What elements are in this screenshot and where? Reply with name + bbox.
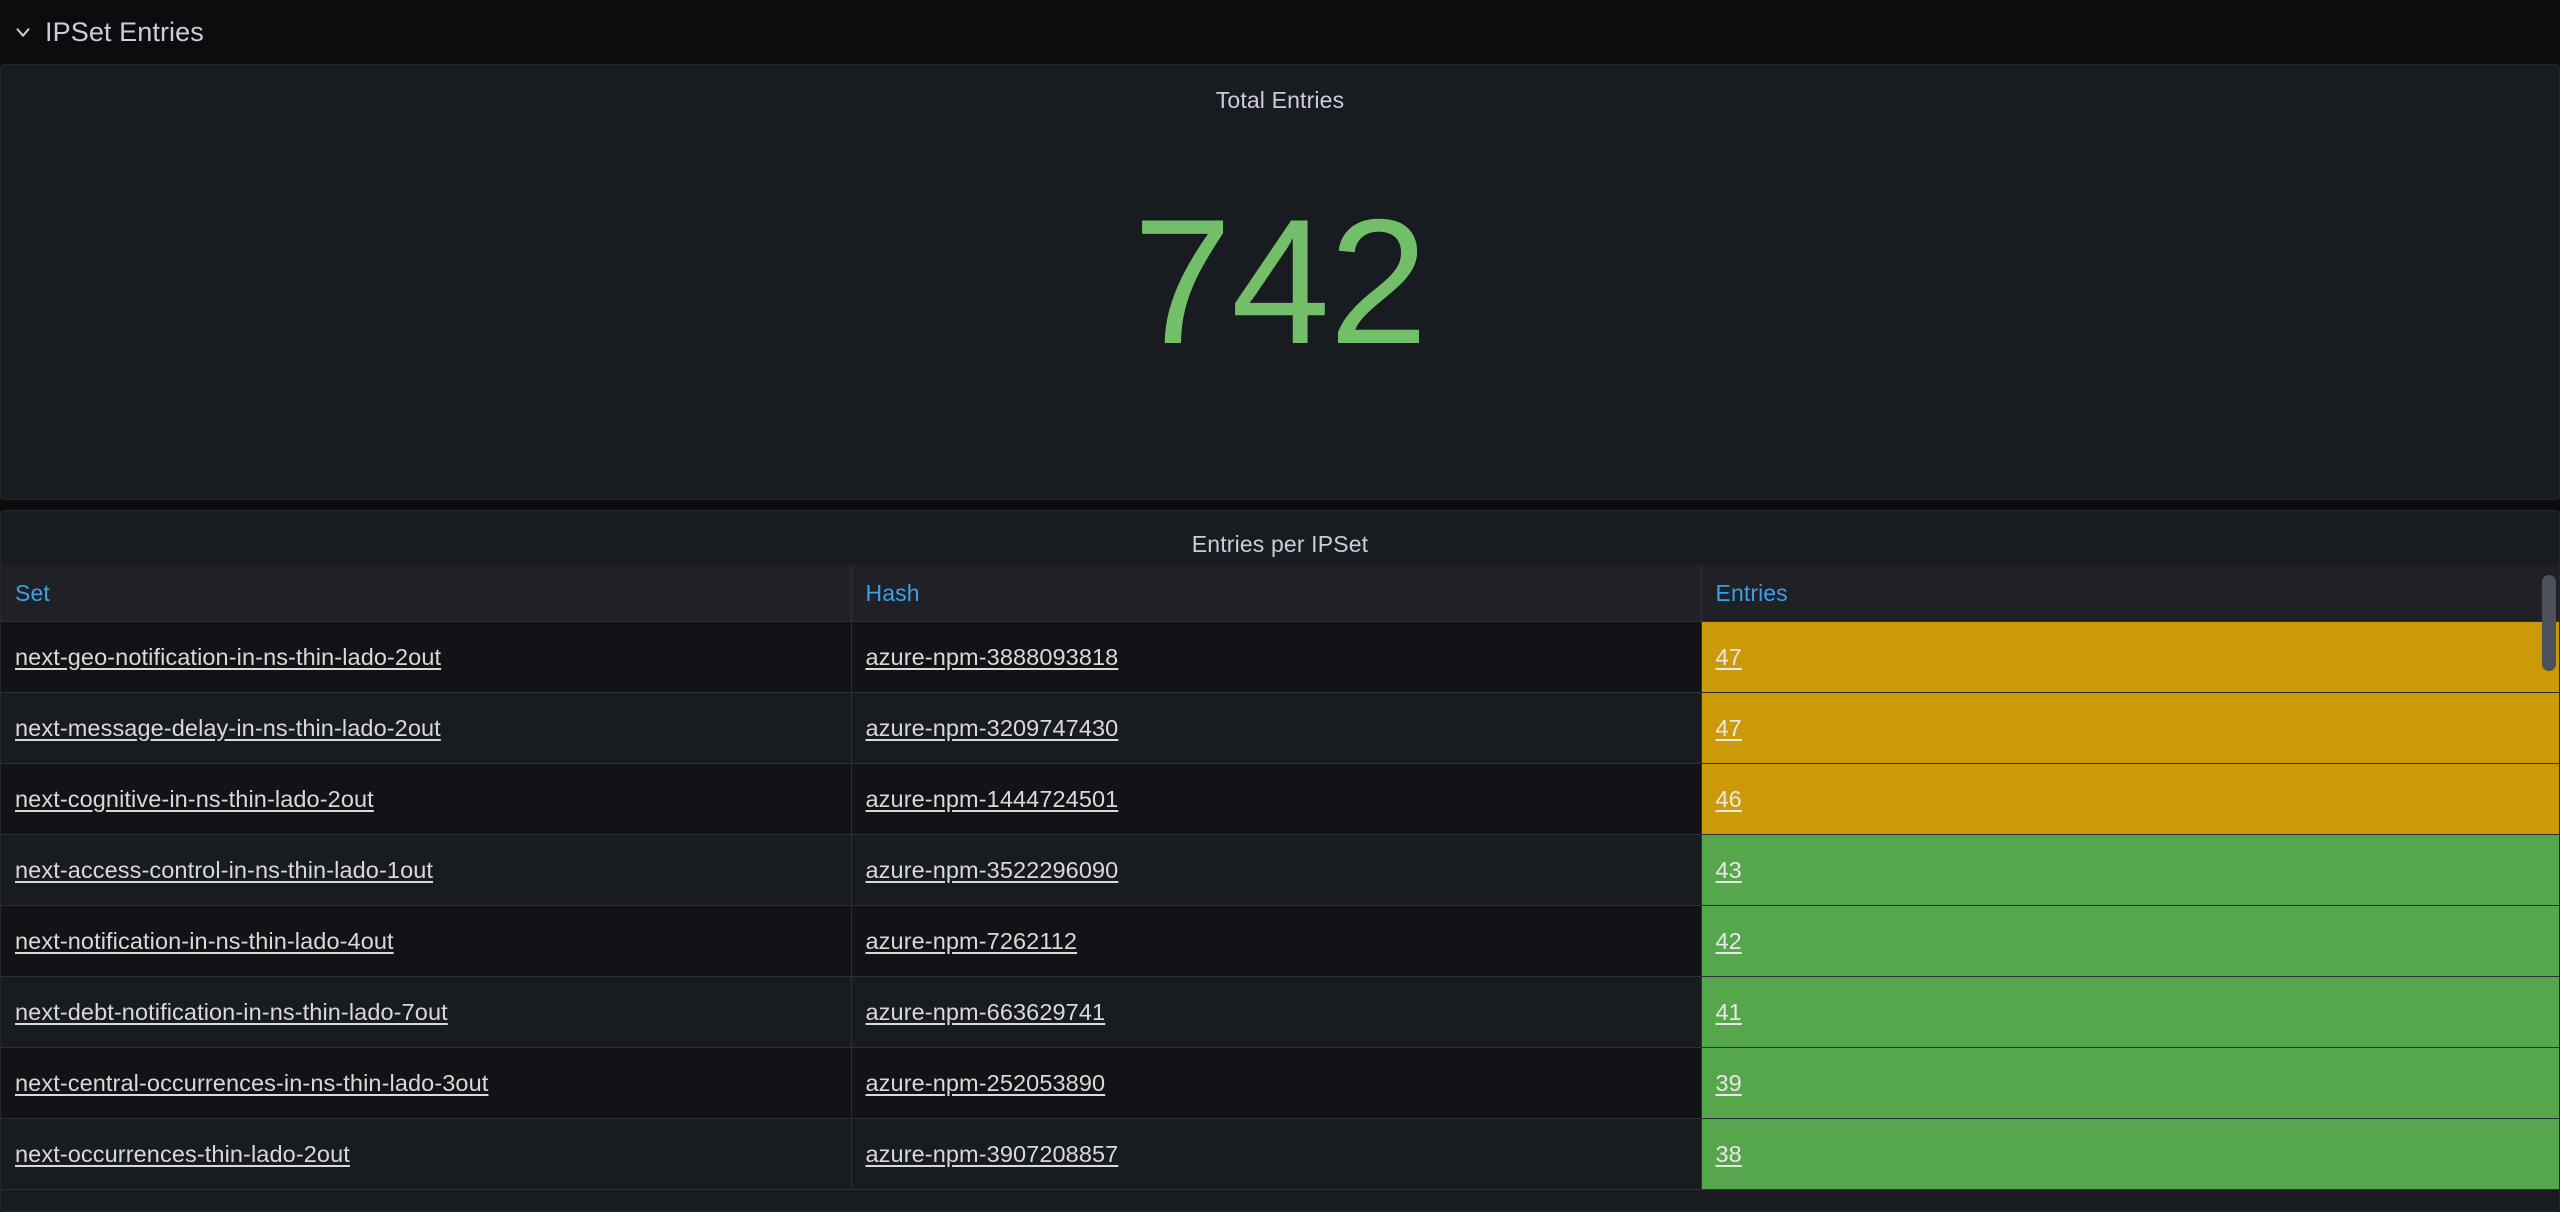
cell-hash: azure-npm-3209747430 <box>851 693 1701 764</box>
set-link[interactable]: next-cognitive-in-ns-thin-lado-2out <box>15 786 374 812</box>
entries-gauge-bar: 39 <box>1702 1048 2560 1118</box>
cell-set: next-central-occurrences-in-ns-thin-lado… <box>1 1048 851 1119</box>
set-link[interactable]: next-notification-in-ns-thin-lado-4out <box>15 928 394 954</box>
table-row[interactable]: next-access-control-in-ns-thin-lado-1out… <box>1 835 2559 906</box>
dashboard-row-header: IPSet Entries <box>0 0 2560 64</box>
entries-table: Set Hash Entries next-geo-notification-i… <box>1 565 2559 1190</box>
hash-link[interactable]: azure-npm-3522296090 <box>866 857 1119 883</box>
entries-gauge-bar: 38 <box>1702 1119 2560 1189</box>
entries-value-link[interactable]: 39 <box>1702 1070 1742 1097</box>
stat-value: 742 <box>1133 193 1427 371</box>
entries-value-link[interactable]: 46 <box>1702 786 1742 813</box>
cell-set: next-cognitive-in-ns-thin-lado-2out <box>1 764 851 835</box>
dashboard-canvas: IPSet Entries Total Entries 742 Entries … <box>0 0 2560 1212</box>
hash-link[interactable]: azure-npm-3907208857 <box>866 1141 1119 1167</box>
table-row[interactable]: next-message-delay-in-ns-thin-lado-2out a… <box>1 693 2559 764</box>
entries-value-link[interactable]: 42 <box>1702 928 1742 955</box>
cell-set: next-occurrences-thin-lado-2out <box>1 1119 851 1190</box>
table-header-row: Set Hash Entries <box>1 565 2559 622</box>
cell-entries: 47 <box>1701 622 2559 693</box>
cell-entries: 47 <box>1701 693 2559 764</box>
hash-link[interactable]: azure-npm-252053890 <box>866 1070 1106 1096</box>
column-header-entries-label[interactable]: Entries <box>1716 580 1788 606</box>
set-link[interactable]: next-central-occurrences-in-ns-thin-lado… <box>15 1070 488 1096</box>
table-body: next-geo-notification-in-ns-thin-lado-2o… <box>1 622 2559 1190</box>
panel-total-entries: Total Entries 742 <box>0 64 2560 500</box>
stat-value-container: 742 <box>1 65 2559 499</box>
cell-set: next-access-control-in-ns-thin-lado-1out <box>1 835 851 906</box>
hash-link[interactable]: azure-npm-7262112 <box>866 928 1078 954</box>
cell-entries: 46 <box>1701 764 2559 835</box>
row-title: IPSet Entries <box>45 17 204 48</box>
set-link[interactable]: next-debt-notification-in-ns-thin-lado-7… <box>15 999 448 1025</box>
column-header-hash[interactable]: Hash <box>851 565 1701 622</box>
entries-gauge-bar: 47 <box>1702 693 2560 763</box>
entries-value-link[interactable]: 41 <box>1702 999 1742 1026</box>
set-link[interactable]: next-geo-notification-in-ns-thin-lado-2o… <box>15 644 441 670</box>
entries-value-link[interactable]: 47 <box>1702 715 1742 742</box>
cell-entries: 39 <box>1701 1048 2559 1119</box>
set-link[interactable]: next-access-control-in-ns-thin-lado-1out <box>15 857 433 883</box>
table-row[interactable]: next-geo-notification-in-ns-thin-lado-2o… <box>1 622 2559 693</box>
table-row[interactable]: next-notification-in-ns-thin-lado-4out az… <box>1 906 2559 977</box>
entries-gauge-bar: 46 <box>1702 764 2560 834</box>
entries-gauge-bar: 42 <box>1702 906 2560 976</box>
entries-gauge-bar: 47 <box>1702 622 2560 692</box>
cell-hash: azure-npm-7262112 <box>851 906 1701 977</box>
column-header-set-label[interactable]: Set <box>15 580 50 606</box>
entries-gauge-bar: 41 <box>1702 977 2560 1047</box>
cell-entries: 42 <box>1701 906 2559 977</box>
table-vertical-scrollbar[interactable] <box>2542 575 2556 671</box>
panel-entries-per-ipset: Entries per IPSet Set Hash Entr <box>0 510 2560 1212</box>
cell-set: next-notification-in-ns-thin-lado-4out <box>1 906 851 977</box>
cell-hash: azure-npm-1444724501 <box>851 764 1701 835</box>
cell-hash: azure-npm-3907208857 <box>851 1119 1701 1190</box>
hash-link[interactable]: azure-npm-1444724501 <box>866 786 1119 812</box>
table-panel-title: Entries per IPSet <box>1 511 2559 558</box>
row-collapse-toggle[interactable]: IPSet Entries <box>8 17 208 48</box>
hash-link[interactable]: azure-npm-3888093818 <box>866 644 1119 670</box>
cell-entries: 41 <box>1701 977 2559 1048</box>
table-scroll-container[interactable]: Set Hash Entries next-geo-notification-i… <box>1 565 2559 1211</box>
cell-entries: 38 <box>1701 1119 2559 1190</box>
column-header-hash-label[interactable]: Hash <box>866 580 920 606</box>
column-header-entries[interactable]: Entries <box>1701 565 2559 622</box>
entries-value-link[interactable]: 47 <box>1702 644 1742 671</box>
set-link[interactable]: next-message-delay-in-ns-thin-lado-2out <box>15 715 441 741</box>
hash-link[interactable]: azure-npm-3209747430 <box>866 715 1119 741</box>
table-header: Set Hash Entries <box>1 565 2559 622</box>
cell-entries: 43 <box>1701 835 2559 906</box>
entries-value-link[interactable]: 43 <box>1702 857 1742 884</box>
cell-set: next-debt-notification-in-ns-thin-lado-7… <box>1 977 851 1048</box>
cell-hash: azure-npm-663629741 <box>851 977 1701 1048</box>
cell-hash: azure-npm-3522296090 <box>851 835 1701 906</box>
table-row[interactable]: next-debt-notification-in-ns-thin-lado-7… <box>1 977 2559 1048</box>
hash-link[interactable]: azure-npm-663629741 <box>866 999 1106 1025</box>
cell-set: next-message-delay-in-ns-thin-lado-2out <box>1 693 851 764</box>
cell-set: next-geo-notification-in-ns-thin-lado-2o… <box>1 622 851 693</box>
table-row[interactable]: next-cognitive-in-ns-thin-lado-2out azure… <box>1 764 2559 835</box>
cell-hash: azure-npm-3888093818 <box>851 622 1701 693</box>
cell-hash: azure-npm-252053890 <box>851 1048 1701 1119</box>
entries-value-link[interactable]: 38 <box>1702 1141 1742 1168</box>
chevron-down-icon <box>12 21 34 43</box>
set-link[interactable]: next-occurrences-thin-lado-2out <box>15 1141 350 1167</box>
entries-gauge-bar: 43 <box>1702 835 2560 905</box>
column-header-set[interactable]: Set <box>1 565 851 622</box>
table-row[interactable]: next-occurrences-thin-lado-2out azure-npm… <box>1 1119 2559 1190</box>
table-row[interactable]: next-central-occurrences-in-ns-thin-lado… <box>1 1048 2559 1119</box>
